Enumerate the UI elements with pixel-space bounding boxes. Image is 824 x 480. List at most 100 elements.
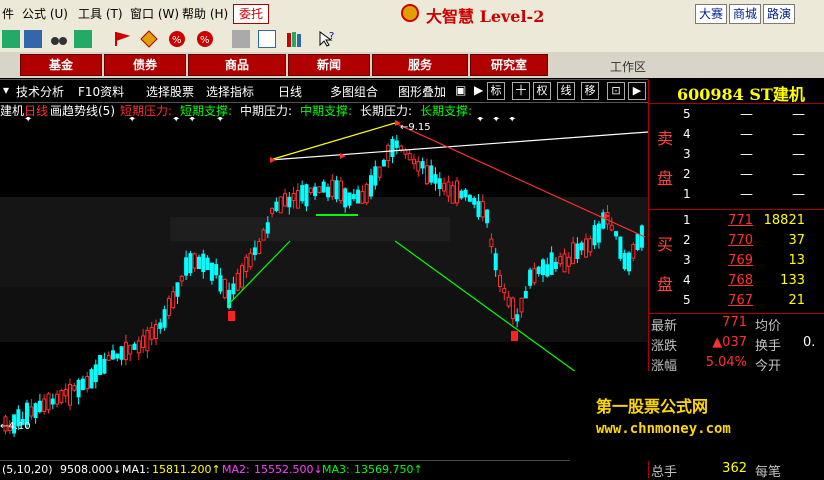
lock-icon[interactable]: ▣ [455, 83, 466, 97]
candle-body [115, 353, 120, 359]
candle-body [532, 268, 537, 284]
book-price[interactable]: — [703, 147, 753, 162]
menu-file-fragment[interactable]: 件 [2, 5, 14, 22]
arrow-icon[interactable]: ▾ [3, 83, 9, 97]
percent-icon[interactable]: % [168, 30, 186, 48]
sell-book: 卖 盘 5 — — 4 — — 3 — — 2 — — 1 — — [649, 103, 824, 210]
contest-button[interactable]: 大赛 [695, 4, 727, 24]
candle-body [493, 253, 498, 271]
brand-text: 大智慧 Level-2 [426, 7, 545, 26]
book-price[interactable]: 769 [703, 253, 753, 268]
window-button[interactable]: ⊡ [607, 82, 625, 100]
overlay-menu[interactable]: 图形叠加 [398, 83, 446, 100]
menu-formula[interactable]: 公式 (U) [22, 5, 68, 22]
book-price[interactable]: 770 [703, 233, 753, 248]
candle-body [175, 282, 180, 297]
book-level: 1 [683, 213, 691, 227]
select-stock-menu[interactable]: 选择股票 [146, 83, 194, 100]
candlestick-chart[interactable]: ✦ ✦ ✦ ✦ ✦ ✦ ✦ ✦ ←9.15 ←4.10 [0, 117, 648, 460]
help-pointer-icon[interactable]: ? [318, 30, 336, 48]
select-indicator-menu[interactable]: 选择指标 [206, 83, 254, 100]
tab-research[interactable]: 研究室 [470, 54, 548, 76]
stat-row-bottom: 总手 362 每笔 [649, 461, 824, 480]
candle-body [386, 144, 391, 162]
print-icon[interactable] [232, 30, 250, 48]
book-price[interactable]: — [703, 107, 753, 122]
candle-body [373, 166, 378, 186]
flag-icon[interactable] [112, 30, 131, 48]
next-button[interactable]: ▶ [628, 82, 646, 100]
book-price[interactable]: — [703, 127, 753, 142]
candle-body [377, 166, 382, 178]
stat-value: 0. [803, 335, 816, 350]
candle-body [566, 256, 571, 267]
table-icon[interactable] [258, 30, 276, 48]
candle-body [334, 180, 339, 200]
candle-body [485, 209, 490, 224]
screen-icon[interactable] [24, 30, 42, 48]
book-price[interactable]: — [703, 167, 753, 182]
candle-body [72, 385, 77, 391]
tab-service[interactable]: 服务 [372, 54, 468, 76]
candle-body [192, 253, 197, 269]
line-button[interactable]: 线 [557, 82, 575, 100]
binoculars-icon[interactable] [50, 30, 68, 48]
candle-body [278, 196, 283, 214]
monitor-icon[interactable] [2, 30, 20, 48]
diamond-icon[interactable] [140, 30, 158, 48]
book-price[interactable]: 767 [703, 293, 753, 308]
period-menu[interactable]: 日线 [278, 83, 302, 100]
candle-body [179, 275, 184, 282]
candle-body [584, 238, 588, 258]
book-price[interactable]: 771 [703, 213, 753, 228]
candle-body [98, 355, 103, 375]
workarea-label[interactable]: 工作区 [610, 58, 646, 75]
candle-body [300, 185, 305, 202]
candle-body [55, 393, 60, 405]
multi-chart-menu[interactable]: 多图组合 [330, 83, 378, 100]
menu-tools[interactable]: 工具 (T) [78, 5, 123, 22]
stat-row-latest: 最新 771 均价 [649, 315, 824, 335]
rights-button[interactable]: 权 [533, 82, 551, 100]
candle-body [166, 297, 171, 316]
roadshow-button[interactable]: 路演 [763, 4, 795, 24]
svg-text:%: % [172, 35, 182, 46]
books-icon[interactable] [286, 30, 304, 48]
indicator-legend: 建机 日线 画趋势线(5) 短期压力: 短期支撑: 中期压力: 中期支撑: 长期… [0, 101, 648, 118]
candle-body [364, 183, 369, 204]
candle-body [201, 253, 206, 273]
candle-body [184, 257, 189, 276]
book-volume: 133 [780, 273, 805, 288]
stat-value: ▲037 [712, 335, 747, 350]
candle-body [424, 165, 429, 185]
f10-menu[interactable]: F10资料 [78, 83, 124, 100]
chart-icon[interactable] [74, 30, 92, 48]
ma-params: (5,10,20) [2, 463, 53, 476]
tech-analysis-menu[interactable]: 技术分析 [16, 83, 64, 100]
book-price[interactable]: 768 [703, 273, 753, 288]
tab-fund[interactable]: 基金 [20, 54, 102, 76]
menu-help[interactable]: 帮助 (H) [182, 5, 228, 22]
candle-body [343, 188, 348, 208]
tab-news[interactable]: 新闻 [288, 54, 370, 76]
commission-button[interactable]: 委托 [233, 4, 269, 24]
mark-button[interactable]: 标 [487, 82, 505, 100]
book-price[interactable]: — [703, 187, 753, 202]
candle-body [399, 145, 404, 151]
crosshair-button[interactable]: 十 [512, 82, 530, 100]
mall-button[interactable]: 商城 [729, 4, 761, 24]
move-button[interactable]: 移 [581, 82, 599, 100]
stat-label: 总手 [651, 465, 678, 480]
play-icon[interactable]: ▶ [474, 83, 483, 97]
percent2-icon[interactable]: % [196, 30, 214, 48]
tab-bond[interactable]: 债券 [104, 54, 186, 76]
candle-body [274, 201, 279, 212]
ma1-value: 15811.200↑ [152, 463, 221, 476]
candle-body [476, 201, 481, 217]
tab-commodity[interactable]: 商品 [188, 54, 286, 76]
menu-window[interactable]: 窗口 (W) [130, 5, 179, 22]
stat-value: 5.04% [705, 355, 747, 370]
candle-body [50, 398, 55, 405]
chart-toolbar: ▾ 技术分析 F10资料 选择股票 选择指标 日线 多图组合 图形叠加 ▣ ▶ … [0, 79, 648, 103]
book-level: 4 [683, 273, 691, 287]
